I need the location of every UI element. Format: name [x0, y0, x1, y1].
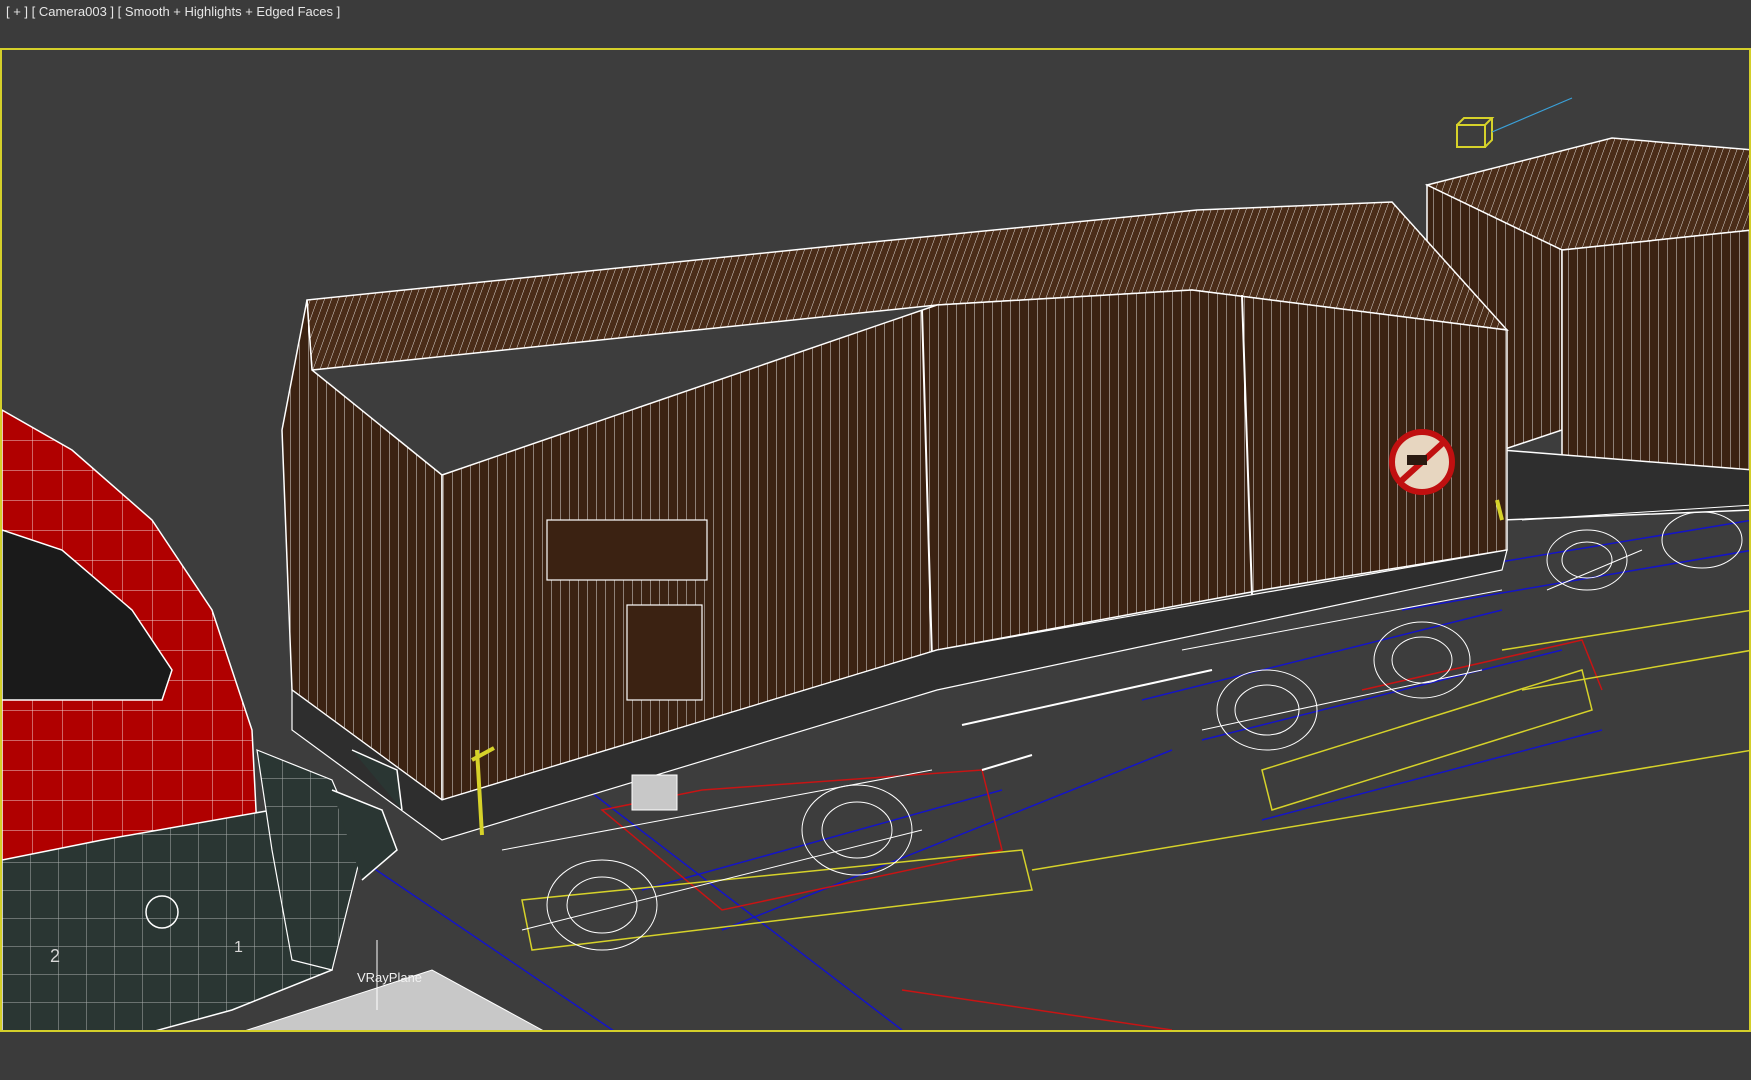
- viewport-menu-plus[interactable]: [ + ]: [6, 4, 28, 19]
- viewport-shading-menu[interactable]: [ Smooth + Highlights + Edged Faces ]: [118, 4, 341, 19]
- warning-sign-icon: [1389, 429, 1455, 495]
- vray-plane-label: VRayPlane: [357, 970, 422, 985]
- camera-icon[interactable]: [1456, 97, 1573, 148]
- wagon-main[interactable]: [281, 201, 1509, 951]
- bogie-icon: [1521, 504, 1749, 591]
- loco-number-label: 1: [234, 939, 243, 956]
- loco-number-label: 2: [50, 946, 60, 966]
- scene-canvas[interactable]: VRayPlane 2 1: [2, 50, 1751, 1032]
- viewport-label: [ + ] [ Camera003 ] [ Smooth + Highlight…: [6, 4, 340, 19]
- viewport-camera-menu[interactable]: [ Camera003 ]: [32, 4, 114, 19]
- viewport-3d[interactable]: VRayPlane 2 1: [0, 48, 1751, 1032]
- viewport-bottom-strip: [0, 1032, 1751, 1080]
